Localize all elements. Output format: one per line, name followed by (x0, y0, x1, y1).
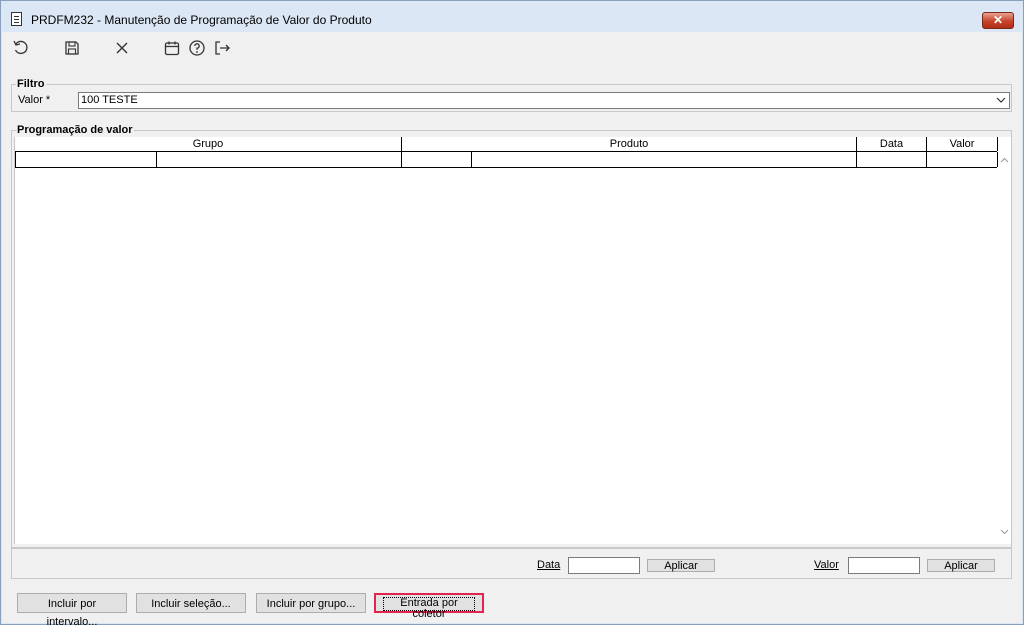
grid-cell[interactable] (15, 152, 157, 167)
column-header-valor[interactable]: Valor (927, 137, 998, 151)
grid-cell[interactable] (401, 152, 472, 167)
filtro-group-label: Filtro (16, 78, 46, 90)
undo-icon[interactable] (12, 39, 30, 57)
app-window: PRDFM232 - Manutenção de Programação de … (0, 0, 1024, 628)
main-content: Filtro Valor * 100 TESTE Programação de … (2, 64, 1022, 628)
aplicar-data-button[interactable]: Aplicar (647, 559, 715, 572)
column-header-produto[interactable]: Produto (402, 137, 857, 151)
toolbar (2, 32, 1022, 64)
column-header-grupo[interactable]: Grupo (15, 137, 402, 151)
chevron-down-icon (996, 97, 1006, 103)
title-bar[interactable]: PRDFM232 - Manutenção de Programação de … (1, 1, 1023, 31)
exit-icon[interactable] (213, 39, 231, 57)
valor-select-value: 100 TESTE (81, 94, 138, 106)
aplicar-valor-button[interactable]: Aplicar (927, 559, 995, 572)
vertical-scrollbar[interactable] (998, 152, 1011, 544)
entrada-coletor-label: Entrada por coletor (383, 597, 475, 620)
data-label: Data (537, 559, 561, 571)
valor-input[interactable] (848, 557, 920, 574)
data-input[interactable] (568, 557, 640, 574)
programacao-group-label: Programação de valor (16, 124, 134, 136)
column-header-data[interactable]: Data (857, 137, 927, 151)
window-title: PRDFM232 - Manutenção de Programação de … (31, 13, 372, 27)
document-icon (11, 12, 22, 26)
programacao-grid: Grupo Produto Data Valor (14, 137, 1011, 544)
incluir-grupo-button[interactable]: Incluir por grupo... (256, 593, 366, 613)
table-row[interactable] (15, 152, 998, 168)
valor-select[interactable]: 100 TESTE (78, 92, 1010, 109)
entrada-coletor-button[interactable]: Entrada por coletor (374, 593, 484, 620)
chevron-up-icon[interactable] (1000, 156, 1009, 165)
grid-cell[interactable] (471, 152, 857, 167)
grid-header: Grupo Produto Data Valor (15, 137, 998, 152)
grid-cell[interactable] (156, 152, 402, 167)
save-icon[interactable] (63, 39, 81, 57)
valor-label: Valor * (18, 94, 51, 106)
valor-footer-label: Valor (814, 559, 839, 571)
help-icon[interactable] (188, 39, 206, 57)
chevron-down-icon[interactable] (1000, 527, 1009, 536)
close-button[interactable]: ✕ (982, 12, 1014, 29)
cancel-icon[interactable] (113, 39, 131, 57)
incluir-selecao-button[interactable]: Incluir seleção... (136, 593, 246, 613)
grid-cell[interactable] (926, 152, 998, 167)
calendar-icon[interactable] (163, 39, 181, 57)
grid-cell[interactable] (856, 152, 927, 167)
incluir-intervalo-button[interactable]: Incluir por intervalo... (17, 593, 127, 628)
